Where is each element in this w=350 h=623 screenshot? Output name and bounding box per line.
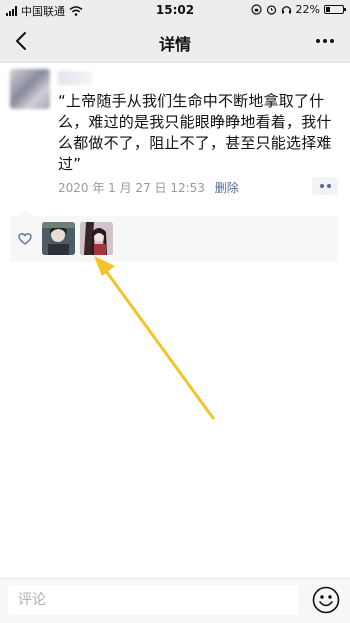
post-more-button[interactable] (312, 177, 338, 195)
headphones-icon (281, 6, 291, 14)
dot-icon (326, 184, 331, 188)
comment-bar (0, 578, 350, 623)
status-bar: 中国联通 15:02 22% (0, 0, 350, 20)
nav-bar: 详情 (0, 20, 350, 63)
liker-avatar[interactable] (80, 222, 113, 255)
page-title: 详情 (158, 35, 191, 54)
dot-icon (319, 184, 324, 188)
comment-input[interactable] (8, 585, 298, 615)
heart-icon (18, 233, 32, 245)
delete-link[interactable]: 删除 (215, 181, 239, 195)
post-meta: 2020 年 1 月 27 日 12:53 删除 (58, 179, 239, 196)
liker-avatar[interactable] (42, 222, 75, 255)
liker-avatar-image (80, 222, 113, 255)
more-icon[interactable] (314, 33, 336, 49)
avatar[interactable] (10, 69, 50, 109)
emoji-icon[interactable] (312, 586, 340, 614)
post-content: “上帝随手从我们生命中不断地拿取了什么，难过的是我只能眼睁睁地看着，我什么都做不… (58, 92, 332, 173)
alarm-icon (266, 5, 276, 15)
post-timestamp: 2020 年 1 月 27 日 12:53 (58, 181, 205, 195)
likes-panel (10, 210, 338, 262)
lock-rotation-icon (250, 4, 262, 15)
username-blurred[interactable] (58, 71, 92, 85)
battery-icon (324, 5, 346, 14)
battery-label: 22% (295, 3, 320, 16)
liker-avatar-image (42, 222, 75, 255)
status-right: 22% (250, 3, 346, 16)
